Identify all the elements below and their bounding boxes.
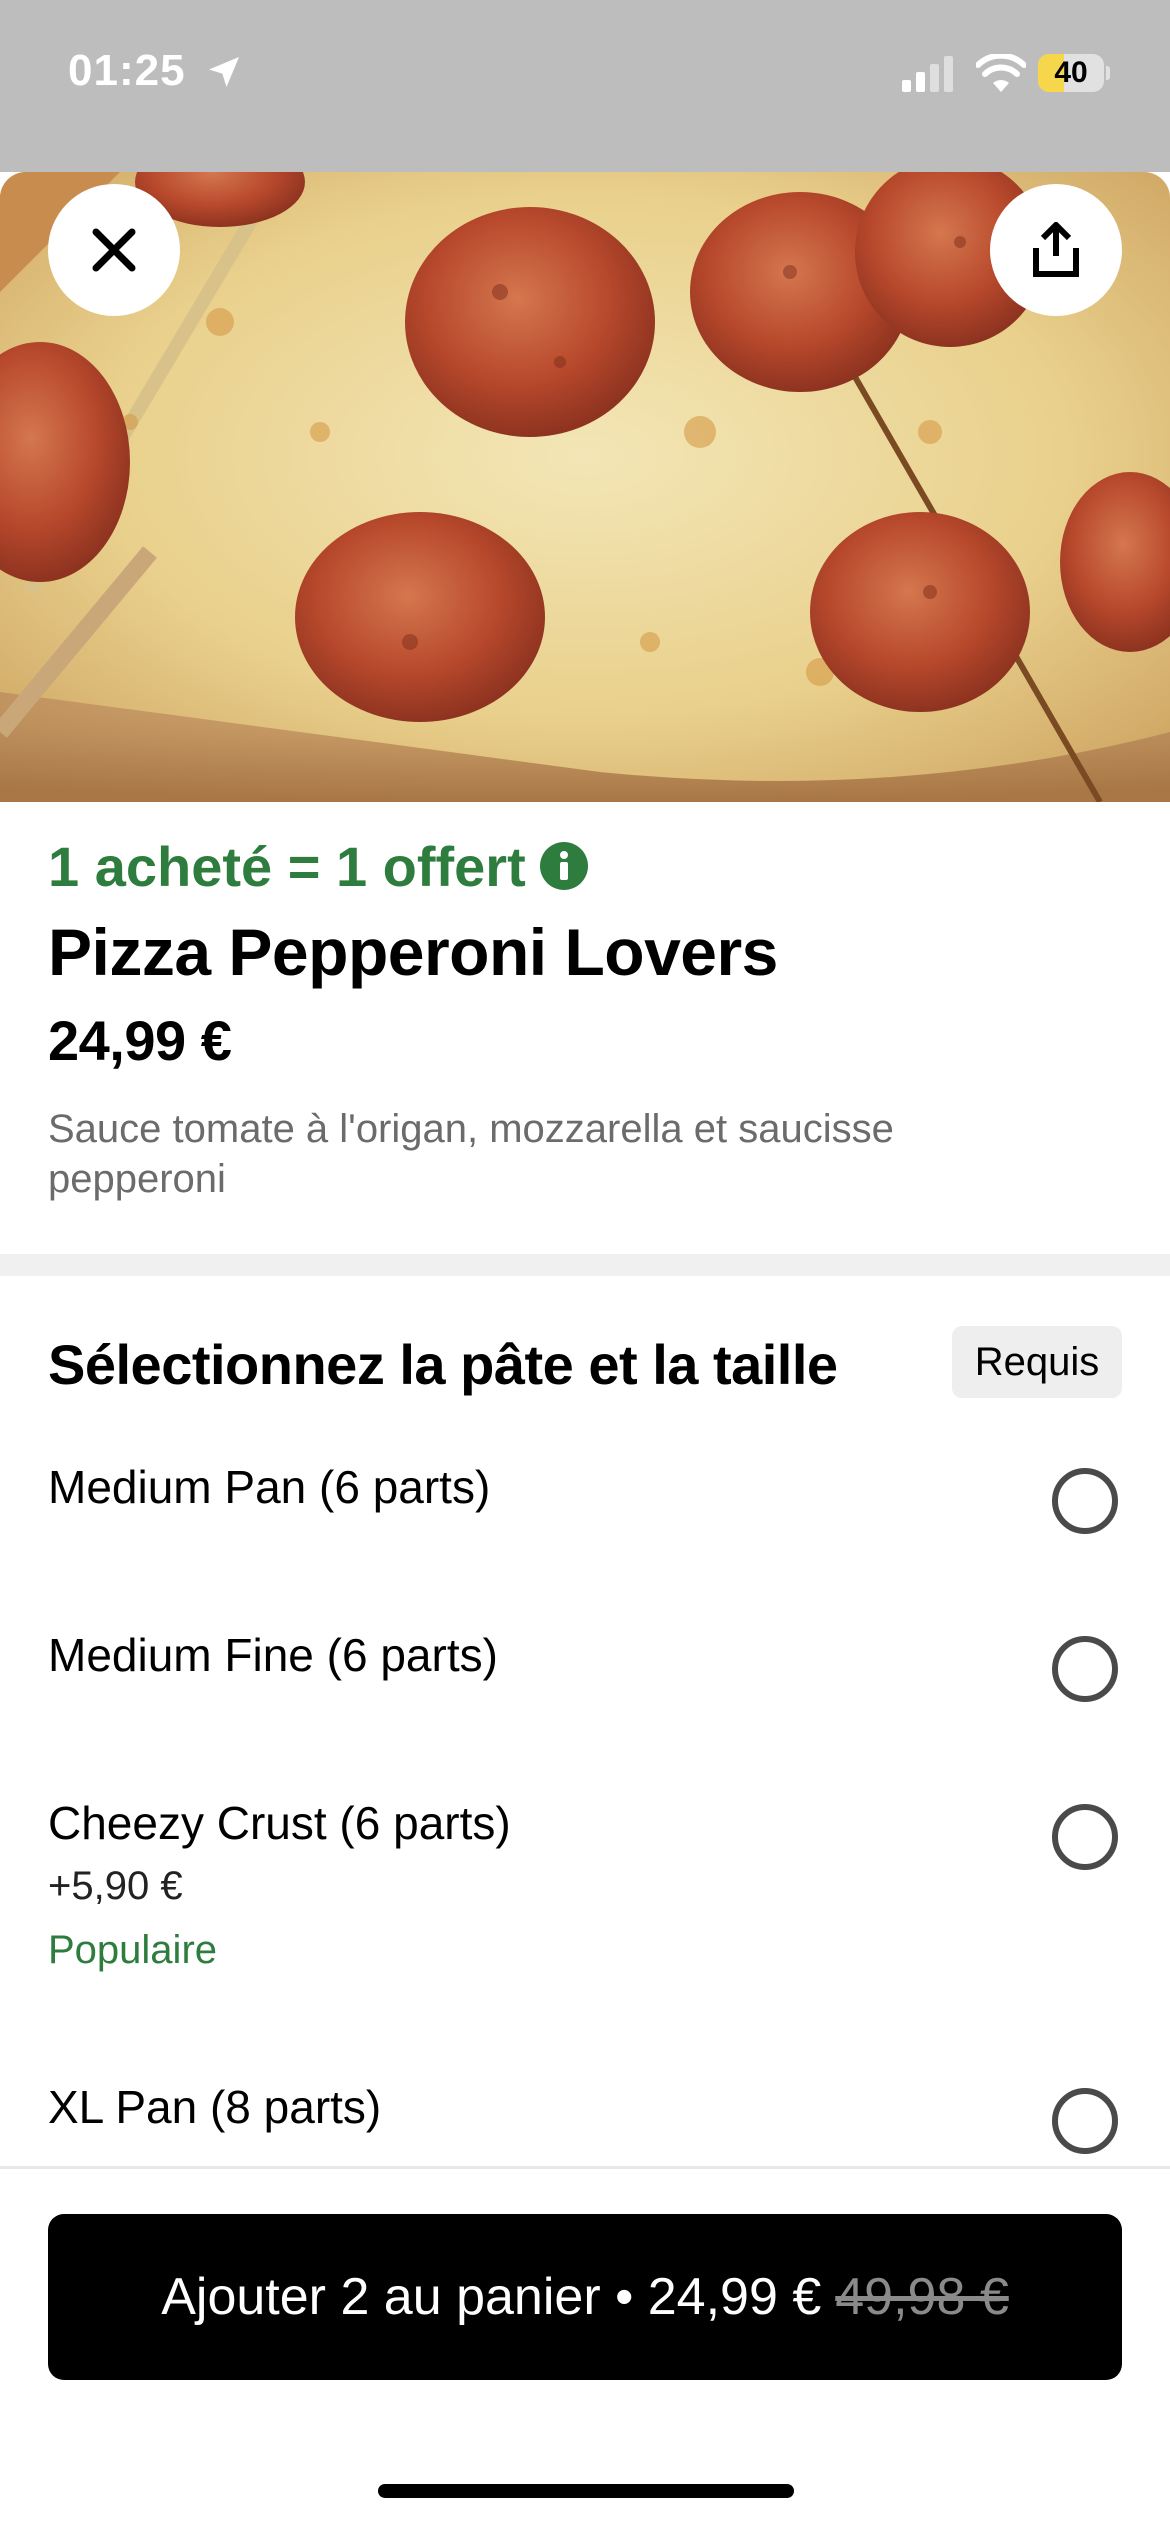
option-label: Cheezy Crust (6 parts): [48, 1797, 511, 1849]
battery-percent: 40: [1054, 56, 1088, 89]
option-extra-price: +5,90 €: [48, 1864, 183, 1908]
close-icon: [92, 228, 136, 272]
option-label: XL Pan (8 parts): [48, 2081, 382, 2133]
original-price: 49,98 €: [835, 2268, 1009, 2326]
add-to-cart-button[interactable]: Ajouter 2 au panier • 24,99 € 49,98 €: [48, 2214, 1122, 2380]
option-cheezy-crust[interactable]: Cheezy Crust (6 parts) +5,90 € Populaire: [0, 1796, 1170, 1996]
promo-banner[interactable]: 1 acheté = 1 offert: [48, 830, 588, 902]
battery-icon: 40: [1038, 54, 1110, 92]
status-bar: 01:25 40: [0, 0, 1170, 172]
share-button[interactable]: [990, 184, 1122, 316]
options-section-title: Sélectionnez la pâte et la taille: [48, 1333, 838, 1396]
option-xl-pan[interactable]: XL Pan (8 parts): [0, 2080, 1170, 2166]
product-description: Sauce tomate à l'origan, mozzarella et s…: [48, 1107, 894, 1201]
option-medium-pan[interactable]: Medium Pan (6 parts): [0, 1460, 1170, 1580]
radio-button[interactable]: [1052, 1468, 1118, 1534]
location-arrow-icon: [209, 57, 239, 87]
popular-tag: Populaire: [48, 1928, 218, 1972]
radio-button[interactable]: [1052, 2088, 1118, 2154]
option-label: Medium Fine (6 parts): [48, 1629, 498, 1681]
signal-icon: [902, 56, 953, 92]
product-price: 24,99 €: [48, 1009, 232, 1072]
option-label: Medium Pan (6 parts): [48, 1461, 491, 1513]
home-indicator[interactable]: [378, 2484, 794, 2498]
close-button[interactable]: [48, 184, 180, 316]
share-icon: [1033, 222, 1079, 277]
add-to-cart-label: Ajouter 2 au panier • 24,99 €: [161, 2268, 822, 2326]
section-divider: [0, 1254, 1170, 1276]
product-title: Pizza Pepperoni Lovers: [48, 915, 778, 989]
option-medium-fine[interactable]: Medium Fine (6 parts): [0, 1628, 1170, 1748]
status-time: 01:25: [68, 46, 186, 95]
info-icon[interactable]: [539, 842, 588, 890]
wifi-icon: [976, 54, 1026, 92]
promo-text: 1 acheté = 1 offert: [48, 834, 526, 898]
radio-button[interactable]: [1052, 1804, 1118, 1870]
radio-button[interactable]: [1052, 1636, 1118, 1702]
required-badge: Requis: [952, 1326, 1122, 1398]
